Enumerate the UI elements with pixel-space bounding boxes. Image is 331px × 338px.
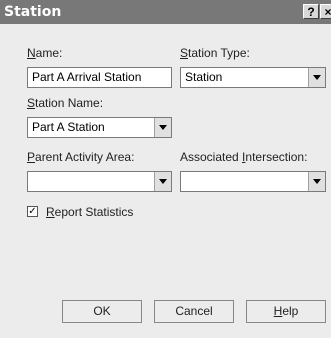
associated-intersection-dropdown-button[interactable]	[308, 172, 325, 191]
dialog-title: Station	[4, 4, 62, 20]
name-input-value: Part A Arrival Station	[32, 70, 142, 84]
parent-activity-area-dropdown[interactable]	[27, 171, 172, 192]
station-type-value: Station	[185, 70, 223, 84]
help-button[interactable]: Help	[246, 300, 326, 323]
station-name-value: Part A Station	[32, 120, 105, 134]
ok-button[interactable]: OK	[62, 300, 142, 323]
chevron-down-icon	[159, 179, 167, 184]
associated-intersection-dropdown[interactable]	[180, 171, 326, 192]
station-type-label: Station Type:	[180, 46, 250, 60]
station-name-dropdown[interactable]: Part A Station	[27, 117, 172, 138]
report-statistics-checkbox[interactable]: ✓	[27, 206, 38, 217]
close-title-button[interactable]: ×	[320, 4, 331, 19]
parent-activity-area-label: Parent Activity Area:	[27, 150, 135, 164]
station-type-dropdown[interactable]: Station	[180, 67, 326, 88]
chevron-down-icon	[313, 179, 321, 184]
help-title-button[interactable]: ?	[303, 4, 319, 19]
station-type-dropdown-button[interactable]	[308, 68, 325, 87]
station-dialog: Station ? × Name: Part A Arrival Station…	[0, 0, 331, 338]
cancel-button[interactable]: Cancel	[154, 300, 234, 323]
chevron-down-icon	[159, 125, 167, 130]
report-statistics-label: Report Statistics	[46, 205, 134, 219]
associated-intersection-label: Associated Intersection:	[180, 150, 308, 164]
name-input[interactable]: Part A Arrival Station	[27, 67, 172, 88]
name-label: Name:	[27, 46, 63, 60]
title-bar: Station ? ×	[0, 0, 331, 24]
station-name-dropdown-button[interactable]	[154, 118, 171, 137]
station-name-label: Station Name:	[27, 96, 104, 110]
parent-activity-area-dropdown-button[interactable]	[154, 172, 171, 191]
chevron-down-icon	[313, 75, 321, 80]
